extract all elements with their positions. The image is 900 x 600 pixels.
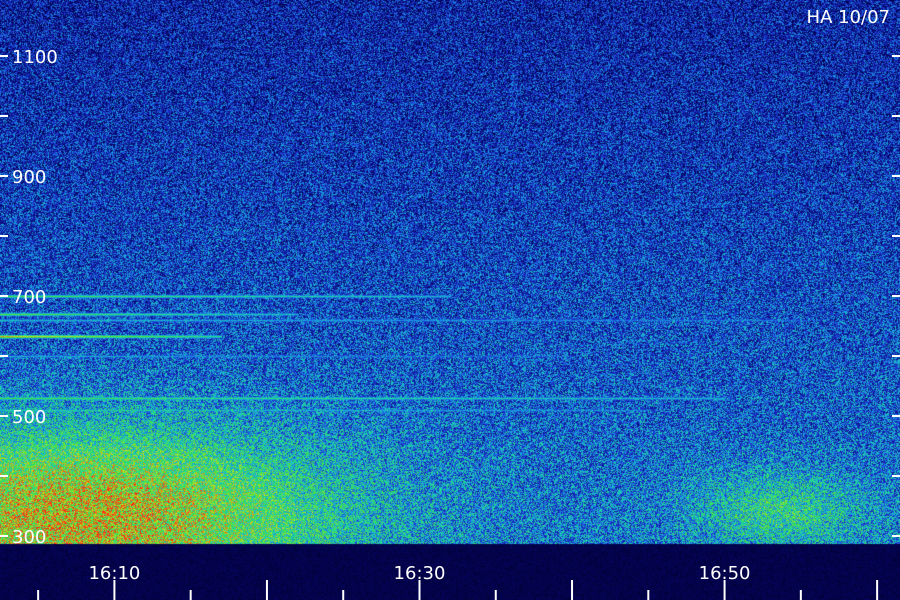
x-tick-label: 16:10 bbox=[88, 563, 140, 584]
y-tick-label: 300 bbox=[12, 527, 46, 548]
y-tick-label: 700 bbox=[12, 287, 46, 308]
y-tick-label: 900 bbox=[12, 167, 46, 188]
x-tick-label: 16:50 bbox=[699, 563, 751, 584]
x-axis: 16:10 16:30 16:50 bbox=[37, 563, 879, 600]
chart-overlay: HA 10/07 300 500 700 900 1100 16:10 16:30 16:5… bbox=[0, 7, 900, 600]
chart-title: HA 10/07 bbox=[807, 7, 890, 28]
y-tick-label: 500 bbox=[12, 407, 46, 428]
y-axis: 300 500 700 900 1100 bbox=[0, 47, 900, 548]
x-tick-label: 16:30 bbox=[394, 563, 446, 584]
y-tick-label: 1100 bbox=[12, 47, 58, 68]
